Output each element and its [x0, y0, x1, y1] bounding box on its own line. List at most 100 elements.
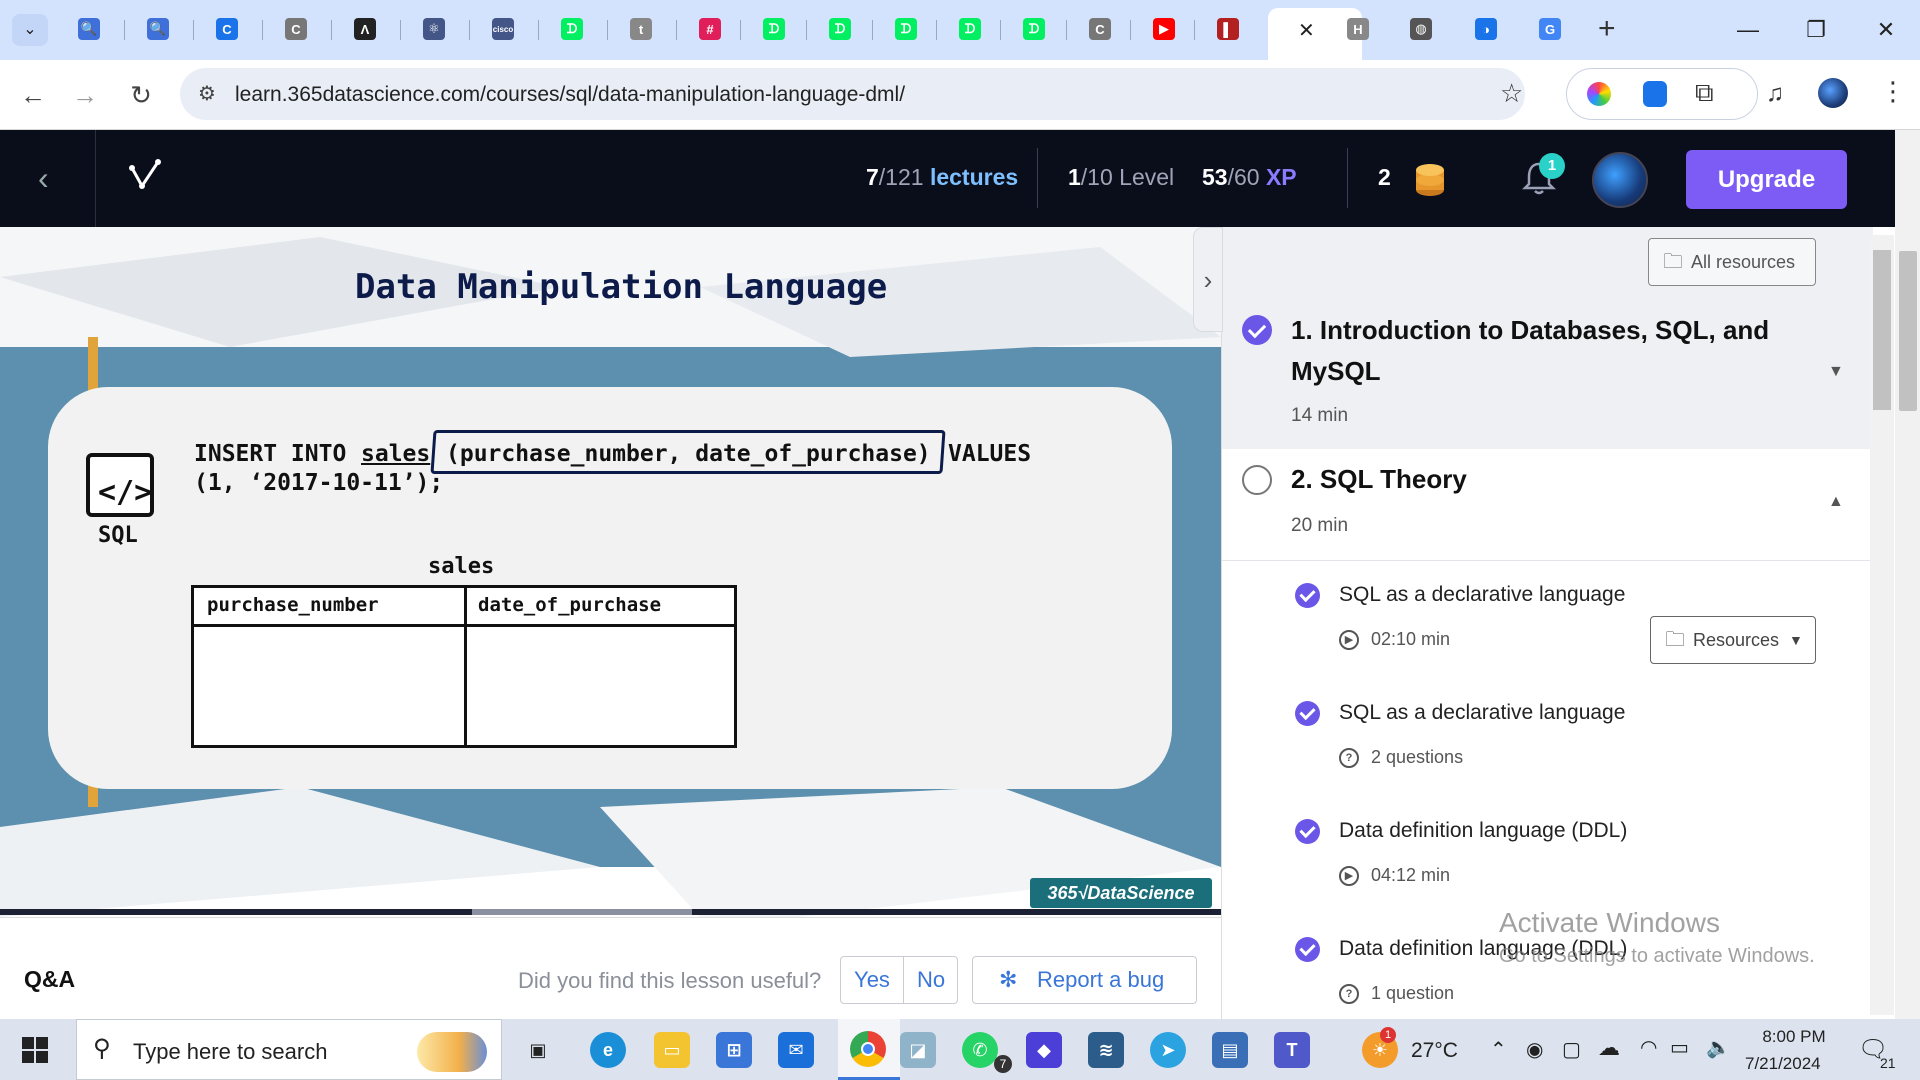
yes-button[interactable]: Yes: [841, 957, 903, 1003]
datacamp-tab-icon[interactable]: ᗪ: [1023, 18, 1045, 40]
pattern-tab-icon[interactable]: ⚛: [423, 18, 445, 40]
resources-label: Resources: [1693, 630, 1780, 650]
datacamp-tab-icon[interactable]: ᗪ: [763, 18, 785, 40]
datacamp-tab-icon[interactable]: ᗪ: [895, 18, 917, 40]
onedrive-icon[interactable]: ☁: [1598, 1035, 1620, 1061]
file-explorer-icon[interactable]: ▭: [654, 1032, 690, 1068]
c-tab-icon[interactable]: C: [216, 18, 238, 40]
section-title[interactable]: 1. Introduction to Databases, SQL, and M…: [1291, 310, 1811, 392]
c-tab-icon[interactable]: C: [285, 18, 307, 40]
search-tab-icon[interactable]: 🔍: [147, 18, 169, 40]
folder-icon: 🗀: [1663, 251, 1683, 273]
level-current: 1: [1068, 164, 1081, 190]
qa-tab[interactable]: Q&A: [24, 966, 75, 993]
shield-extension-icon[interactable]: [1643, 81, 1667, 107]
t-tab-icon[interactable]: t: [630, 18, 652, 40]
wifi-icon[interactable]: ◠: [1640, 1035, 1657, 1060]
chevron-up-icon[interactable]: ▲: [1828, 493, 1844, 511]
remote-desktop-icon[interactable]: ▤: [1212, 1032, 1248, 1068]
mail-icon[interactable]: ✉: [778, 1032, 814, 1068]
report-bug-button[interactable]: ✻ Report a bug: [972, 956, 1197, 1004]
reload-button[interactable]: ↻: [124, 78, 158, 112]
section-title[interactable]: 2. SQL Theory: [1291, 459, 1467, 500]
profile-avatar-icon[interactable]: [1818, 78, 1848, 108]
upgrade-button[interactable]: Upgrade: [1686, 150, 1847, 209]
task-view-icon[interactable]: ▣: [520, 1032, 556, 1068]
site-info-icon[interactable]: ⚙: [198, 81, 216, 106]
clock-time[interactable]: 8:00 PM: [1755, 1027, 1833, 1047]
copilot-icon[interactable]: ◆: [1026, 1032, 1062, 1068]
tab-close-icon[interactable]: ✕: [1298, 18, 1315, 43]
collapse-sidebar-icon[interactable]: ›: [1193, 227, 1223, 332]
back-button[interactable]: ←: [16, 78, 50, 112]
resources-dropdown-button[interactable]: 🗀 Resources ▼: [1650, 616, 1816, 664]
chevron-up-icon[interactable]: ⌃: [1490, 1037, 1507, 1062]
lectures-total: /121: [878, 164, 924, 190]
store-icon[interactable]: ⊞: [716, 1032, 752, 1068]
lesson-title[interactable]: SQL as a declarative language: [1339, 583, 1625, 607]
avatar[interactable]: [1592, 152, 1648, 208]
forward-button[interactable]: →: [68, 78, 102, 112]
all-resources-button[interactable]: 🗀 All resources: [1648, 238, 1816, 286]
cisco-tab-icon[interactable]: cisco: [492, 18, 514, 40]
coins-icon[interactable]: [1414, 160, 1446, 198]
slide-title: Data Manipulation Language: [355, 267, 888, 307]
xp-progress: 53/60 XP: [1202, 164, 1297, 191]
record-icon[interactable]: ◉: [1526, 1037, 1543, 1062]
c-tab-icon[interactable]: C: [1089, 18, 1111, 40]
minimize-button[interactable]: —: [1728, 14, 1768, 46]
tab-search-button[interactable]: ⌄: [12, 14, 48, 46]
telegram-icon[interactable]: ➤: [1150, 1032, 1186, 1068]
logo-icon[interactable]: [128, 156, 164, 196]
volume-icon[interactable]: 🔈: [1706, 1035, 1731, 1060]
back-chevron-icon[interactable]: ‹: [38, 160, 49, 197]
section-2-panel[interactable]: 2. SQL Theory 20 min ▲: [1222, 449, 1873, 561]
datacamp-tab-icon[interactable]: ᗪ: [561, 18, 583, 40]
lesson-title[interactable]: SQL as a declarative language: [1339, 701, 1625, 725]
clock-date[interactable]: 7/21/2024: [1745, 1054, 1821, 1074]
edge-icon[interactable]: e: [590, 1032, 626, 1068]
battery-icon[interactable]: ▭: [1670, 1035, 1689, 1060]
video-progress-fill[interactable]: [472, 909, 692, 915]
lesson-title[interactable]: Data definition language (DDL): [1339, 819, 1627, 843]
taskbar-search-box[interactable]: ⚲ Type here to search: [76, 1019, 502, 1080]
new-tab-button[interactable]: +: [1598, 12, 1616, 46]
bookmark-star-icon[interactable]: ☆: [1500, 78, 1523, 109]
section-1-panel[interactable]: 🗀 All resources 1. Introduction to Datab…: [1222, 227, 1873, 449]
tab-separator: [331, 20, 332, 40]
close-window-button[interactable]: ✕: [1866, 14, 1906, 46]
chevron-down-icon[interactable]: ▼: [1828, 363, 1844, 381]
search-tab-icon[interactable]: 🔍: [78, 18, 100, 40]
h-tab-icon[interactable]: H: [1347, 18, 1369, 40]
temperature[interactable]: 27°C: [1411, 1039, 1458, 1063]
tab-separator: [1066, 20, 1067, 40]
notification-count: 21: [1880, 1055, 1896, 1071]
color-extension-icon[interactable]: [1587, 82, 1611, 106]
meet-icon[interactable]: ▢: [1562, 1037, 1581, 1062]
page-scroll-thumb[interactable]: [1899, 251, 1917, 411]
mysql-workbench-icon[interactable]: ≋: [1088, 1032, 1124, 1068]
notes-icon[interactable]: ◪: [900, 1032, 936, 1068]
globe-tab-icon[interactable]: ◍: [1410, 18, 1432, 40]
caret-tab-icon[interactable]: Λ: [354, 18, 376, 40]
whatsapp-icon[interactable]: ✆: [962, 1032, 998, 1068]
sidebar-scroll-thumb[interactable]: [1873, 250, 1891, 410]
media-control-icon[interactable]: ♫: [1766, 80, 1784, 108]
youtube-tab-icon[interactable]: ▶: [1153, 18, 1175, 40]
url-text[interactable]: learn.365datascience.com/courses/sql/dat…: [235, 83, 905, 107]
restore-button[interactable]: ❐: [1796, 14, 1836, 46]
video-player[interactable]: Data Manipulation Language </> SQL INSER…: [0, 227, 1221, 917]
edge-tab-icon[interactable]: ◑: [1475, 18, 1497, 40]
windows-start-icon[interactable]: [22, 1037, 48, 1063]
omnibox[interactable]: ⚙ learn.365datascience.com/courses/sql/d…: [180, 68, 1525, 120]
datacamp-tab-icon[interactable]: ᗪ: [959, 18, 981, 40]
book-tab-icon[interactable]: ▌: [1217, 18, 1239, 40]
chrome-taskbar-active[interactable]: [838, 1019, 900, 1080]
teams-icon[interactable]: T: [1274, 1032, 1310, 1068]
browser-menu-icon[interactable]: ⋮: [1880, 76, 1906, 107]
slack-tab-icon[interactable]: #: [699, 18, 721, 40]
google-tab-icon[interactable]: G: [1539, 18, 1561, 40]
puzzle-extensions-icon[interactable]: ⧉: [1695, 77, 1714, 109]
no-button[interactable]: No: [904, 957, 958, 1003]
datacamp-tab-icon[interactable]: ᗪ: [829, 18, 851, 40]
